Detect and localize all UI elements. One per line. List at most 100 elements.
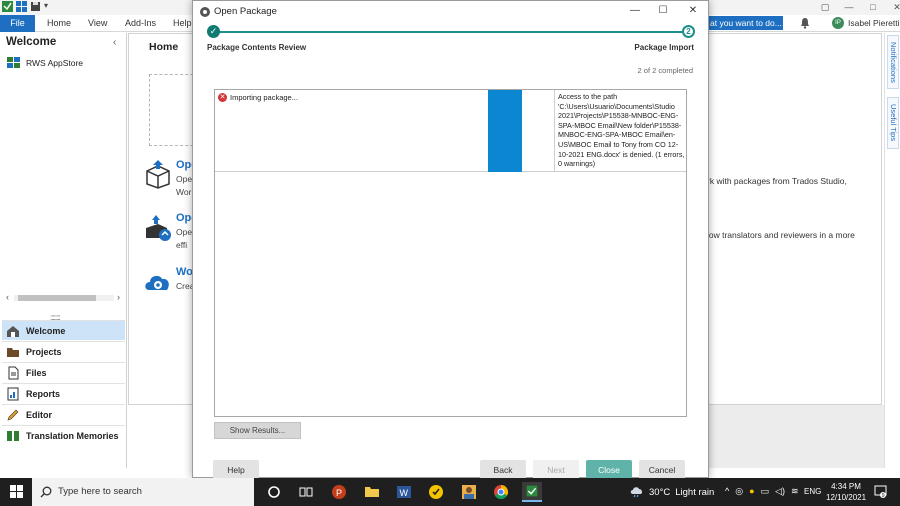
weather-text: Light rain [675,486,715,498]
tab-view[interactable]: View [88,15,107,32]
results-list[interactable]: ✕ Importing package... Access to the pat… [214,89,687,417]
restore-icon[interactable]: ▢ [820,2,830,12]
clock[interactable]: 4:34 PM 12/10/2021 [826,481,866,503]
scroll-thumb[interactable] [18,295,96,301]
step-complete-icon: ✓ [207,25,220,38]
package-icon [146,160,170,189]
weather-widget[interactable]: 30°C Light rain [630,486,714,498]
progress-line [214,31,684,33]
windows-start-icon[interactable] [10,485,23,498]
home-item-heading[interactable]: Wo [176,266,193,278]
nav-projects-label: Projects [26,346,62,357]
file-explorer-icon[interactable] [362,482,382,502]
result-message: Access to the path 'C:\Users\Usuario\Doc… [558,92,685,169]
chevron-up-icon[interactable]: ^ [725,486,729,497]
result-status-cell: ✕ Importing package... [215,90,488,172]
avatar[interactable]: IP [832,17,844,29]
tab-home[interactable]: Home [47,15,71,32]
photo-app-icon[interactable] [459,482,479,502]
trados-taskbar-icon[interactable] [522,482,542,502]
close-icon[interactable]: ✕ [683,4,703,18]
cloud-rain-icon [630,487,643,498]
horizontal-scrollbar[interactable]: ‹ › [4,292,124,304]
save-icon[interactable] [30,1,41,12]
status-area [709,405,884,468]
error-icon: ✕ [218,93,227,102]
list-item[interactable]: ✕ Importing package... Access to the pat… [215,90,686,172]
cortana-icon[interactable] [264,482,284,502]
tab-file[interactable]: File [0,15,35,32]
home-item-text: Ope [176,174,193,184]
tab-notifications[interactable]: Notifications [887,35,899,89]
next-button[interactable]: Next [533,460,579,480]
customize-dropdown-icon[interactable]: ▾ [44,1,55,12]
nav-editor[interactable]: Editor [2,404,125,424]
tell-me-search[interactable]: at you want to do... [707,16,783,30]
notification-center-icon[interactable]: 9 [874,485,887,498]
appstore-label: RWS AppStore [26,58,84,68]
task-view-icon[interactable] [296,482,316,502]
help-button[interactable]: Help [213,460,259,480]
bell-icon[interactable] [800,17,810,29]
nav-translation-memories[interactable]: Translation Memories [2,425,125,445]
package-gear-icon [200,7,210,17]
word-icon[interactable]: W [394,482,414,502]
norton-tray-icon[interactable]: ● [749,486,754,497]
wizard-progress: ✓ 2 [204,25,696,41]
language-indicator[interactable]: ENG [804,487,821,496]
wifi-icon[interactable]: ≋ [791,486,799,497]
chrome-icon[interactable] [491,482,511,502]
home-description-fragment: low translators and reviewers in a more [707,230,855,240]
folder-icon [7,347,19,357]
onedrive-icon[interactable]: ◎ [735,486,743,497]
minimize-icon[interactable]: — [625,4,645,18]
tab-add-ins[interactable]: Add-Ins [125,15,156,32]
maximize-icon[interactable]: □ [868,2,878,12]
nav-reports[interactable]: Reports [2,383,125,403]
date: 12/10/2021 [826,493,867,502]
close-button[interactable]: Close [586,460,632,480]
nav-files[interactable]: Files [2,362,125,382]
powerpoint-icon[interactable]: P [329,482,349,502]
cloud-gear-icon [145,275,169,290]
taskbar-search[interactable]: Type here to search [32,478,254,506]
tab-useful-tips[interactable]: Useful Tips [887,97,899,149]
maximize-icon[interactable]: ☐ [653,4,673,18]
scroll-left-icon[interactable]: ‹ [6,292,9,302]
search-icon [40,486,52,498]
pencil-icon [7,409,19,420]
speaker-icon[interactable]: ◁) [775,486,785,497]
tab-help[interactable]: Help [173,15,192,32]
grid-icon[interactable] [16,1,27,12]
display-icon[interactable]: ▭ [761,486,770,497]
system-tray: ^ ◎ ● ▭ ◁) ≋ [725,486,799,497]
progress-bar-fill [488,90,522,172]
nav-files-label: Files [26,367,47,378]
back-button[interactable]: Back [480,460,526,480]
page-title: Home [149,41,179,53]
dialog-title: Open Package [214,6,277,17]
nav-projects[interactable]: Projects [2,341,125,361]
column-divider [554,90,555,172]
navigation-panel: Welcome ‹ RWS AppStore ‹ › :::::::: Welc… [0,33,127,468]
close-icon[interactable]: ✕ [892,2,900,12]
nav-translation-memories-label: Translation Memories [26,430,119,441]
minimize-icon[interactable]: — [844,2,854,12]
time: 4:34 PM [831,482,861,491]
user-name[interactable]: Isabel Pieretti [848,15,900,32]
nav-welcome-label: Welcome [26,325,66,336]
notification-count: 9 [882,493,885,498]
scroll-right-icon[interactable]: › [117,292,120,302]
appstore-item[interactable]: RWS AppStore [7,57,83,69]
norton-icon[interactable] [426,482,446,502]
cancel-button[interactable]: Cancel [639,460,685,480]
appstore-icon [7,57,20,68]
show-results-button[interactable]: Show Results... [214,422,301,439]
nav-welcome[interactable]: Welcome [2,320,125,340]
step-number: 2 [682,25,695,38]
chevron-left-icon[interactable]: ‹ [113,37,116,48]
file-icon [8,366,19,379]
home-description-fragment: rk with packages from Trados Studio, [707,176,847,186]
taskbar: Type here to search P W 30°C Light rain … [0,478,900,506]
step1-label: Package Contents Review [207,43,307,52]
